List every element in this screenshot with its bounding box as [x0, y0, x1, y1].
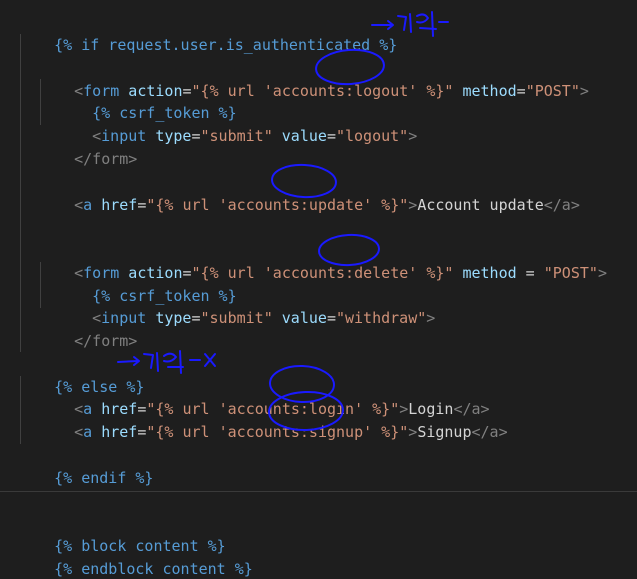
indent-guide — [20, 34, 21, 352]
code-line-link-signup[interactable]: <a href="{% url 'accounts:signup' %}">Si… — [38, 398, 508, 441]
code-line-form-close[interactable]: </form> — [38, 125, 137, 168]
code-editor[interactable]: {% if request.user.is_authenticated %} <… — [0, 0, 637, 579]
code-line-if[interactable]: {% if request.user.is_authenticated %} — [18, 11, 397, 54]
editor-divider — [0, 491, 637, 492]
template-tag: {% if request.user.is_authenticated %} — [54, 36, 398, 54]
code-line-endblock-content[interactable]: {% endblock content %} — [18, 535, 253, 578]
url-signup-string: "{% url 'accounts:signup' %}" — [146, 423, 409, 441]
code-line-csrf[interactable]: {% csrf_token %} — [56, 262, 237, 305]
code-line-link-login[interactable]: <a href="{% url 'accounts:login' %}">Log… — [38, 375, 489, 418]
code-line-csrf[interactable]: {% csrf_token %} — [56, 79, 237, 122]
code-line-input-logout[interactable]: <input type="submit" value="logout"> — [56, 102, 417, 145]
url-update-string: "{% url 'accounts:update' %}" — [146, 196, 409, 214]
code-line-link-update[interactable]: <a href="{% url 'accounts:update' %}">Ac… — [38, 171, 580, 214]
code-line-else[interactable]: {% else %} — [18, 353, 144, 396]
code-line-form-close[interactable]: </form> — [38, 307, 137, 350]
code-line-form-logout[interactable]: <form action="{% url 'accounts:logout' %… — [38, 57, 589, 100]
code-line-form-delete[interactable]: <form action="{% url 'accounts:delete' %… — [38, 239, 607, 282]
code-line-block-content[interactable]: {% block content %} — [18, 512, 226, 555]
code-line-input-withdraw[interactable]: <input type="submit" value="withdraw"> — [56, 284, 435, 327]
code-line-endif[interactable]: {% endif %} — [18, 444, 153, 487]
